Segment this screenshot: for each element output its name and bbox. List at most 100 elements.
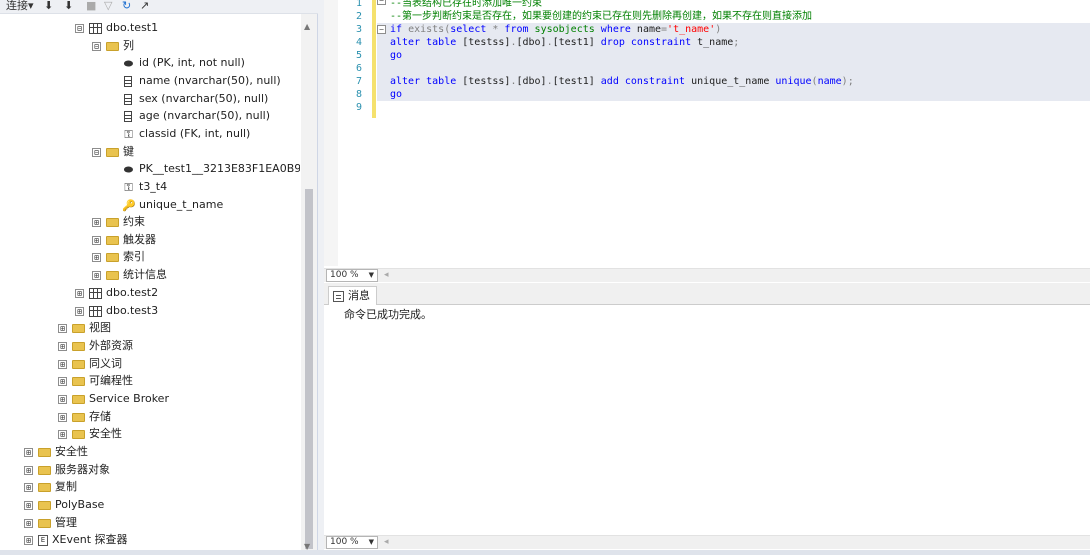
connect-button[interactable]: 连接▾	[6, 0, 34, 13]
editor-zoom-select[interactable]: 100 % ▼	[326, 269, 378, 282]
results-zoom-select[interactable]: 100 % ▼	[326, 536, 378, 549]
tree-node-keys-folder[interactable]: ⊟ 键	[92, 143, 134, 160]
tree-node-table-test1[interactable]: ⊟ dbo.test1	[75, 19, 158, 36]
collapse-icon[interactable]: ⊟	[92, 147, 101, 157]
tree-node-polybase-folder[interactable]: ⊞ PolyBase	[24, 496, 104, 513]
table-icon	[89, 22, 102, 34]
collapse-icon[interactable]: ⊟	[92, 41, 101, 51]
folder-icon	[38, 518, 51, 528]
tree-node-label: 同义词	[89, 357, 122, 370]
line-number: 7	[355, 76, 362, 87]
code-line-1[interactable]: --当表结构已存在时添加唯一约束	[390, 0, 542, 10]
scroll-left-arrow-icon[interactable]: ◂	[384, 270, 389, 280]
activity-monitor-icon[interactable]: ↗	[140, 0, 149, 13]
scroll-left-arrow-icon[interactable]: ◂	[384, 537, 389, 547]
tree-node-security-folder[interactable]: ⊞ 安全性	[24, 443, 88, 460]
tree-node-management-folder[interactable]: ⊞ 管理	[24, 514, 77, 531]
tab-messages[interactable]: 消息	[328, 286, 377, 305]
code-line-4[interactable]: alter table [testss].[dbo].[test1] drop …	[390, 36, 739, 49]
tree-node-programmability-folder[interactable]: ⊞ 可编程性	[58, 372, 133, 389]
stop-icon[interactable]: ■	[86, 0, 96, 13]
collapse-region-icon[interactable]: −	[377, 0, 386, 5]
tree-node-column-sex[interactable]: sex (nvarchar(50), null)	[122, 90, 268, 107]
tree-node-column-classid[interactable]: ⚿ classid (FK, int, null)	[122, 125, 250, 142]
code-token: table	[426, 76, 457, 87]
tree-node-service-broker-folder[interactable]: ⊞ Service Broker	[58, 390, 169, 407]
tree-node-triggers-folder[interactable]: ⊞ 触发器	[92, 231, 156, 248]
foreign-key-icon: ⚿	[124, 127, 133, 141]
expand-icon[interactable]: ⊞	[92, 235, 101, 245]
tree-node-label: 安全性	[55, 445, 88, 458]
expand-icon[interactable]: ⊞	[92, 217, 101, 227]
code-token: alter	[390, 76, 421, 87]
code-token: where	[600, 24, 631, 35]
code-line-5[interactable]: go	[390, 49, 402, 62]
tree-node-columns-folder[interactable]: ⊟ 列	[92, 37, 134, 54]
tree-node-label: PK__test1__3213E83F1EA0B9A4	[139, 162, 300, 175]
expand-icon[interactable]: ⊞	[58, 359, 67, 369]
tree-node-table-test2[interactable]: ⊞ dbo.test2	[75, 284, 158, 301]
tree-node-key-t3t4[interactable]: ⚿ t3_t4	[122, 178, 167, 195]
expand-icon[interactable]: ⊞	[58, 323, 67, 333]
expand-icon[interactable]: ⊞	[58, 376, 67, 386]
expand-icon[interactable]: ⊞	[58, 412, 67, 422]
expand-icon[interactable]: ⊞	[58, 341, 67, 351]
filter-icon[interactable]: ▽	[104, 0, 112, 13]
expand-icon[interactable]: ⊞	[24, 465, 33, 475]
code-line-3[interactable]: if exists(select * from sysobjects where…	[390, 23, 721, 36]
expand-icon[interactable]: ⊞	[24, 500, 33, 510]
code-token: ;	[733, 37, 740, 48]
tree-node-storage-folder[interactable]: ⊞ 存储	[58, 408, 111, 425]
explorer-scrollbar[interactable]: ▲ ▼	[301, 14, 317, 555]
tree-node-key-pk[interactable]: ⬬ PK__test1__3213E83F1EA0B9A4	[122, 160, 300, 177]
code-line-2[interactable]: --第一步判断约束是否存在，如果要创建的约束已存在则先删除再创建，如果不存在则直…	[390, 10, 812, 23]
tree-node-table-test3[interactable]: ⊞ dbo.test3	[75, 302, 158, 319]
tree-node-synonyms-folder[interactable]: ⊞ 同义词	[58, 355, 122, 372]
scroll-up-arrow-icon[interactable]: ▲	[304, 22, 310, 31]
expand-icon[interactable]: ⊞	[75, 288, 84, 298]
chevron-down-icon: ▼	[368, 538, 374, 546]
tree-node-external-resources-folder[interactable]: ⊞ 外部资源	[58, 337, 133, 354]
expand-icon[interactable]: ⊞	[58, 429, 67, 439]
expand-icon[interactable]: ⊞	[75, 306, 84, 316]
tree-node-replication-folder[interactable]: ⊞ 复制	[24, 478, 77, 495]
collapse-region-icon[interactable]: −	[377, 25, 386, 34]
expand-icon[interactable]: ⊞	[24, 518, 33, 528]
expand-icon[interactable]: ⊞	[24, 447, 33, 457]
tree-node-views-folder[interactable]: ⊞ 视图	[58, 319, 111, 336]
expand-icon[interactable]: ⊞	[24, 535, 33, 545]
code-token: name	[817, 76, 842, 87]
line-number: 3	[355, 24, 362, 35]
code-token: select	[450, 24, 487, 35]
expand-icon[interactable]: ⊞	[24, 482, 33, 492]
tree-node-statistics-folder[interactable]: ⊞ 统计信息	[92, 266, 167, 283]
collapse-icon[interactable]: ⊟	[75, 23, 84, 33]
connect-object-icon[interactable]: ⬇	[44, 0, 53, 13]
tree-node-constraints-folder[interactable]: ⊞ 约束	[92, 213, 145, 230]
disconnect-icon[interactable]: ⬇	[64, 0, 73, 13]
expand-icon[interactable]: ⊞	[92, 270, 101, 280]
tree-node-label: id (PK, int, not null)	[139, 56, 245, 69]
tree-node-xevent-profiler[interactable]: ⊞ E XEvent 探查器	[24, 531, 128, 548]
tree-node-column-name[interactable]: name (nvarchar(50), null)	[122, 72, 281, 89]
column-icon	[124, 110, 132, 122]
tree-node-db-security-folder[interactable]: ⊞ 安全性	[58, 425, 122, 442]
folder-icon	[72, 359, 85, 369]
code-line-8[interactable]: go	[390, 88, 402, 101]
tree-node-indexes-folder[interactable]: ⊞ 索引	[92, 248, 145, 265]
editor-vertical-scrollbar[interactable]	[324, 0, 338, 266]
refresh-icon[interactable]: ↻	[122, 0, 131, 13]
code-line-7[interactable]: alter table [testss].[dbo].[test1] add c…	[390, 75, 854, 88]
primary-key-icon: ⬬	[123, 56, 134, 70]
expand-icon[interactable]: ⊞	[92, 252, 101, 262]
table-icon	[89, 305, 102, 317]
tree-node-server-objects-folder[interactable]: ⊞ 服务器对象	[24, 461, 110, 478]
expand-icon[interactable]: ⊞	[58, 394, 67, 404]
folder-icon	[38, 482, 51, 492]
tree-node-column-age[interactable]: age (nvarchar(50), null)	[122, 107, 270, 124]
tree-node-key-unique[interactable]: 🔑 unique_t_name	[122, 196, 223, 213]
code-token: *	[486, 24, 505, 35]
line-number: 6	[355, 63, 362, 74]
explorer-scroll-thumb[interactable]	[305, 189, 313, 549]
tree-node-column-id[interactable]: ⬬ id (PK, int, not null)	[122, 54, 245, 71]
